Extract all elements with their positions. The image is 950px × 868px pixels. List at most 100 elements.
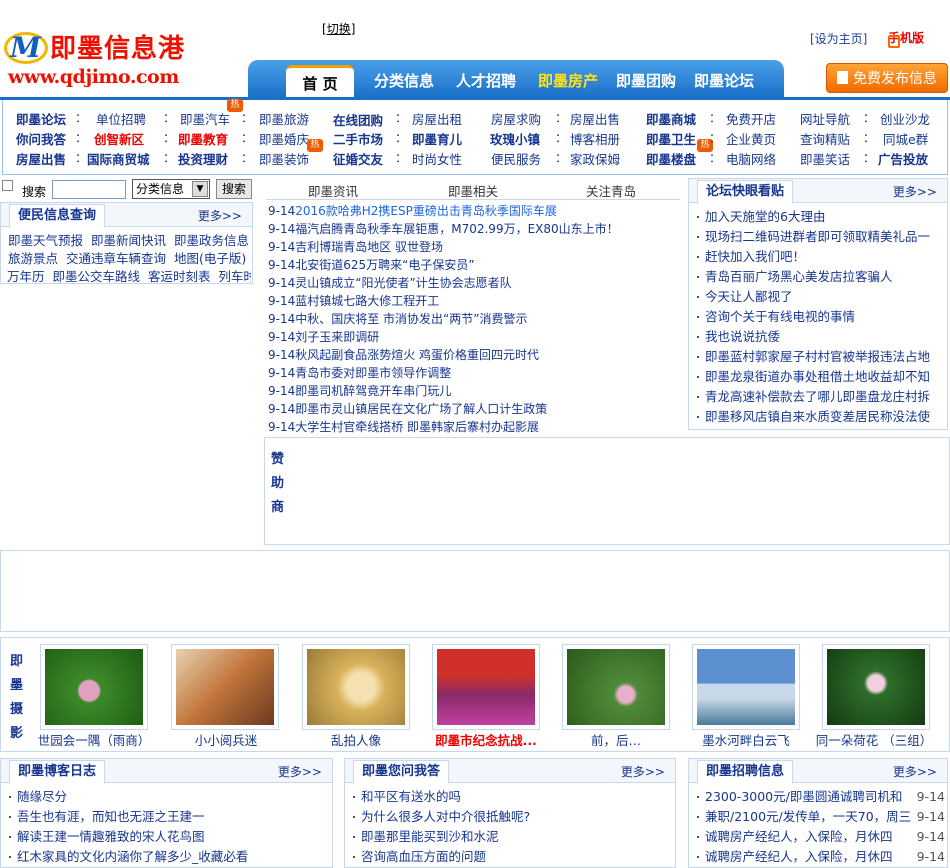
- news-item[interactable]: 9-14秋风起副食品涨势煊火 鸡蛋价格重回四元时代: [268, 346, 680, 364]
- search-input[interactable]: [52, 180, 126, 199]
- list-item[interactable]: 红木家具的文化内涵你了解多少_收藏必看: [9, 847, 328, 867]
- channel-link[interactable]: 创业沙龙: [880, 109, 930, 128]
- more-link[interactable]: 更多>>: [198, 207, 242, 224]
- channel-link[interactable]: 即墨商城: [646, 109, 696, 128]
- photo-caption[interactable]: 乱拍人像: [291, 730, 421, 749]
- photo-thumb[interactable]: [171, 644, 279, 730]
- news-title[interactable]: 青岛市委对即墨市领导作调整: [295, 366, 451, 380]
- list-item[interactable]: 我也说说抗倭: [697, 327, 943, 347]
- photo-thumb[interactable]: [692, 644, 800, 730]
- channel-link[interactable]: 玫瑰小镇: [490, 129, 540, 148]
- channel-link[interactable]: 房屋出售: [570, 109, 620, 128]
- job-title[interactable]: 2300-3000元/即墨圆通诚聘司机和: [705, 789, 902, 804]
- channel-link[interactable]: 房屋出租: [412, 109, 462, 128]
- photo-caption[interactable]: 墨水河畔白云飞: [681, 730, 811, 749]
- more-link[interactable]: 更多>>: [893, 183, 937, 200]
- news-title[interactable]: 吉利博瑞青岛地区 驭世登场: [295, 240, 443, 254]
- news-item[interactable]: 9-14刘子玉来即调研: [268, 328, 680, 346]
- news-title[interactable]: 刘子玉来即调研: [295, 330, 379, 344]
- channel-link[interactable]: 企业黄页: [726, 129, 776, 148]
- news-title[interactable]: 2016款哈弗H2携ESP重磅出击青岛秋季国际车展: [295, 204, 557, 218]
- channel-link[interactable]: 家政保姆: [570, 149, 620, 168]
- news-title[interactable]: 福汽启腾青岛秋季车展钜惠，M702.99万，EX80山东上市！: [295, 222, 618, 236]
- news-item[interactable]: 9-14即墨司机醉驾竟开车串门玩儿: [268, 382, 680, 400]
- list-item[interactable]: 2300-3000元/即墨圆通诚聘司机和 9-14: [697, 787, 945, 807]
- list-item[interactable]: 为什么很多人对中介很抵触呢?: [353, 807, 671, 827]
- channel-link[interactable]: 二手市场: [333, 129, 383, 148]
- switch-label[interactable]: 切换: [327, 22, 351, 36]
- channel-link[interactable]: 创智新区: [94, 129, 144, 148]
- list-item[interactable]: 即墨移风店镇自来水质变差居民称没法使: [697, 407, 943, 427]
- mobile-version-link[interactable]: 手机版: [888, 29, 924, 48]
- news-item[interactable]: 9-14即墨市灵山镇居民在文化广场了解人口计生政策: [268, 400, 680, 418]
- list-item[interactable]: 咨询高血压方面的问题: [353, 847, 671, 867]
- channel-link[interactable]: 即墨汽车: [180, 109, 230, 128]
- list-item[interactable]: 青岛百丽广场黑心美发店拉客骗人: [697, 267, 943, 287]
- nav-realestate[interactable]: 即墨房产: [530, 65, 606, 98]
- photo-thumb[interactable]: [40, 644, 148, 730]
- channel-link[interactable]: 你问我答: [16, 129, 66, 148]
- list-item[interactable]: 诚聘房产经纪人，入保险，月休四 9-14: [697, 847, 945, 867]
- channel-link[interactable]: 广告投放: [878, 149, 928, 168]
- photo-caption[interactable]: 小小阅兵迷: [161, 730, 291, 749]
- news-title[interactable]: 大学生村官牵线搭桥 即墨韩家后寨村办起影展: [295, 420, 539, 434]
- nav-forum[interactable]: 即墨论坛: [686, 65, 762, 98]
- list-item[interactable]: 即墨蓝村郭家屋子村村官被举报违法占地: [697, 347, 943, 367]
- free-post-button[interactable]: 免费发布信息: [826, 63, 948, 93]
- convenience-link[interactable]: 即墨公交车路线: [52, 269, 140, 284]
- channel-link[interactable]: 即墨楼盘: [646, 149, 696, 168]
- tab-qingdao[interactable]: 关注青岛: [586, 181, 636, 200]
- list-item[interactable]: 即墨那里能买到沙和水泥: [353, 827, 671, 847]
- photo-thumb[interactable]: [562, 644, 670, 730]
- search-checkbox[interactable]: [2, 180, 13, 191]
- list-item[interactable]: 赶快加入我们吧！: [697, 247, 943, 267]
- news-item[interactable]: 9-14北安街道625万聘来“电子保安员”: [268, 256, 680, 274]
- job-title[interactable]: 兼职/2100元/发传单，一天70，周三: [705, 809, 911, 824]
- channel-link[interactable]: 博客相册: [570, 129, 620, 148]
- channel-link[interactable]: 查询精贴: [800, 129, 850, 148]
- channel-link[interactable]: 同城e群: [883, 129, 928, 148]
- channel-link[interactable]: 在线团购: [333, 110, 383, 129]
- list-item[interactable]: 兼职/2100元/发传单，一天70，周三 9-14: [697, 807, 945, 827]
- news-title[interactable]: 即墨司机醉驾竟开车串门玩儿: [295, 384, 451, 398]
- photo-thumb[interactable]: [432, 644, 540, 730]
- channel-link[interactable]: 时尚女性: [412, 149, 462, 168]
- photo-thumb[interactable]: [302, 644, 410, 730]
- channel-link[interactable]: 即墨笑话: [800, 149, 850, 168]
- convenience-link[interactable]: 即墨新闻快讯: [91, 233, 166, 248]
- channel-link[interactable]: 电脑网络: [726, 149, 776, 168]
- set-homepage-link[interactable]: [设为主页]: [810, 30, 867, 47]
- more-link[interactable]: 更多>>: [893, 763, 937, 780]
- convenience-link[interactable]: 万年历: [7, 269, 45, 284]
- job-title[interactable]: 诚聘房产经纪人，入保险，月休四: [705, 829, 893, 844]
- photo-caption[interactable]: 即墨市纪念抗战...: [421, 730, 551, 749]
- channel-link[interactable]: 即墨教育: [178, 129, 228, 148]
- convenience-link[interactable]: 地图(电子版): [174, 251, 246, 266]
- list-item[interactable]: 随缘尽分: [9, 787, 328, 807]
- news-title[interactable]: 蓝村镇城七路大修工程开工: [295, 294, 439, 308]
- list-item[interactable]: 加入天施堂的6大理由: [697, 207, 943, 227]
- convenience-link[interactable]: 列车时: [218, 269, 251, 284]
- photo-caption[interactable]: 同一朵荷花 （三组）: [809, 730, 939, 749]
- nav-classified[interactable]: 分类信息: [366, 65, 442, 98]
- switch-link[interactable]: [切换]: [322, 20, 355, 37]
- channel-link[interactable]: 即墨论坛: [16, 109, 66, 128]
- channel-link[interactable]: 投资理财: [178, 149, 228, 168]
- search-button[interactable]: 搜索: [216, 179, 252, 199]
- nav-groupbuy[interactable]: 即墨团购: [608, 65, 684, 98]
- list-item[interactable]: 今天让人鄙视了: [697, 287, 943, 307]
- news-item[interactable]: 9-14灵山镇成立“阳光使者”计生协会志愿者队: [268, 274, 680, 292]
- more-link[interactable]: 更多>>: [278, 763, 322, 780]
- tab-jimo-news[interactable]: 即墨资讯: [308, 181, 358, 200]
- photo-thumb[interactable]: [822, 644, 930, 730]
- nav-home[interactable]: 首 页: [286, 65, 354, 98]
- job-title[interactable]: 诚聘房产经纪人，入保险，月休四: [705, 849, 893, 864]
- news-title[interactable]: 灵山镇成立“阳光使者”计生协会志愿者队: [295, 276, 511, 290]
- more-link[interactable]: 更多>>: [621, 763, 665, 780]
- news-item[interactable]: 9-14大学生村官牵线搭桥 即墨韩家后寨村办起影展: [268, 418, 680, 436]
- convenience-link[interactable]: 即墨政务信息: [174, 233, 249, 248]
- channel-link[interactable]: 房屋出售: [16, 149, 66, 168]
- channel-link[interactable]: 网址导航: [800, 109, 850, 128]
- list-item[interactable]: 现场扫二维码进群者即可领取精美礼品一: [697, 227, 943, 247]
- photo-caption[interactable]: 前，后…: [551, 730, 681, 749]
